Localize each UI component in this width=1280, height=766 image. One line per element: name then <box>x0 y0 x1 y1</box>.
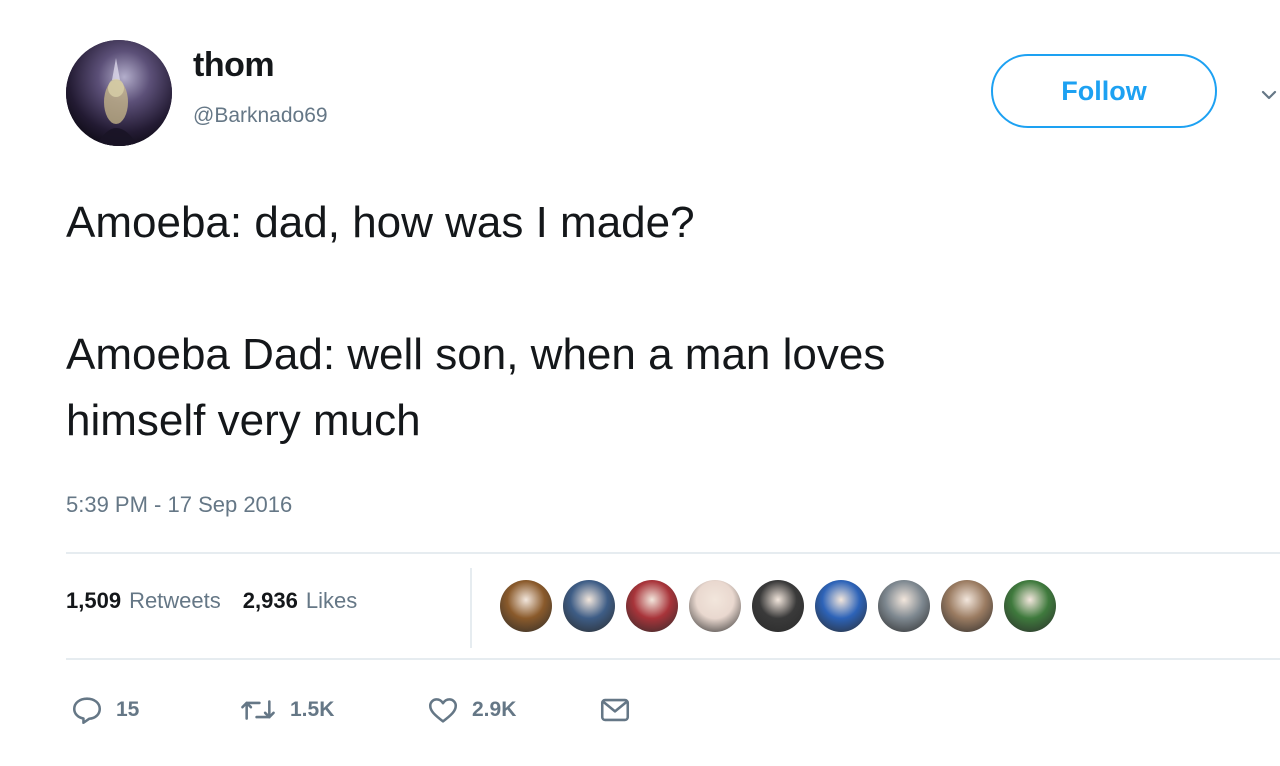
tweet-stats: 1,509 Retweets 2,936 Likes <box>66 588 357 614</box>
follow-button[interactable]: Follow <box>991 54 1217 128</box>
dm-action[interactable] <box>598 690 632 730</box>
liker-avatar[interactable] <box>563 580 615 632</box>
like-action[interactable]: 2.9K <box>426 690 516 730</box>
stats-separator <box>470 568 472 648</box>
likes-stat[interactable]: 2,936 Likes <box>243 588 357 614</box>
liker-avatar[interactable] <box>752 580 804 632</box>
retweets-label: Retweets <box>129 588 221 613</box>
tweet-text: Amoeba: dad, how was I made? Amoeba Dad:… <box>66 190 1226 454</box>
likes-count: 2,936 <box>242 588 298 613</box>
display-name[interactable]: thom <box>193 46 275 85</box>
liker-avatar[interactable] <box>941 580 993 632</box>
like-count: 2.9K <box>472 698 517 721</box>
liker-avatar[interactable] <box>626 580 678 632</box>
reply-action[interactable]: 15 <box>70 690 139 730</box>
retweets-stat[interactable]: 1,509 Retweets <box>66 588 221 614</box>
user-handle[interactable]: @Barknado69 <box>193 104 328 128</box>
divider <box>66 552 1280 554</box>
like-icon <box>428 698 458 723</box>
tweet-line: Amoeba: dad, how was I made? <box>66 198 695 247</box>
retweet-icon <box>241 700 275 720</box>
divider <box>66 658 1280 660</box>
avatar-image <box>66 40 172 146</box>
liker-avatar[interactable] <box>878 580 930 632</box>
reply-icon <box>72 697 102 725</box>
retweet-action[interactable]: 1.5K <box>238 690 334 730</box>
liker-avatar[interactable] <box>1004 580 1056 632</box>
dm-icon <box>600 698 630 722</box>
tweet-timestamp[interactable]: 5:39 PM - 17 Sep 2016 <box>66 492 292 518</box>
avatar[interactable] <box>66 40 172 146</box>
reply-count: 15 <box>116 698 140 721</box>
tweet-line: Amoeba Dad: well son, when a man loves <box>66 330 886 379</box>
tweet-line: himself very much <box>66 396 421 445</box>
retweet-count: 1.5K <box>290 698 335 721</box>
tweet-paragraph-gap <box>66 256 1226 322</box>
liker-avatar[interactable] <box>500 580 552 632</box>
liker-avatar[interactable] <box>689 580 741 632</box>
chevron-down-icon[interactable] <box>1260 86 1278 104</box>
likes-label: Likes <box>305 588 358 613</box>
retweets-count: 1,509 <box>66 588 122 613</box>
liker-avatar[interactable] <box>815 580 867 632</box>
